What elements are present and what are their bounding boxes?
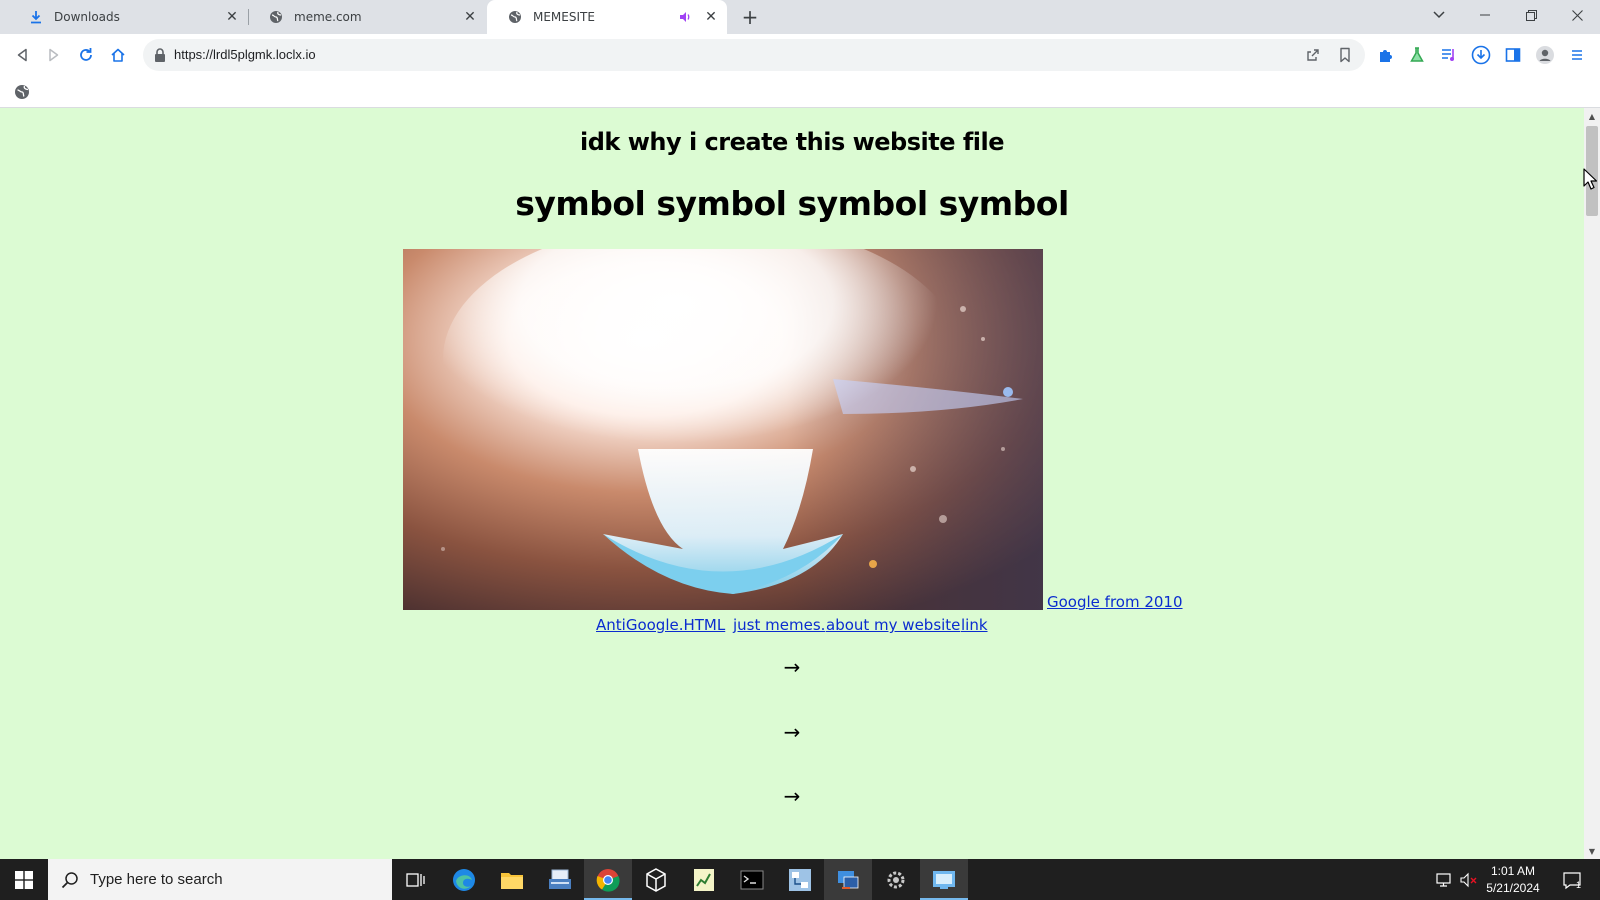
tab-downloads[interactable]: Downloads ✕: [8, 0, 248, 34]
tab-strip: Downloads ✕ meme.com ✕ MEMESITE ✕ +: [0, 0, 1600, 34]
page-subtitle: symbol symbol symbol symbol: [515, 184, 1069, 223]
close-icon[interactable]: ✕: [703, 9, 719, 25]
page-viewport: idk why i create this website file symbo…: [0, 108, 1584, 859]
globe-icon: [507, 9, 523, 25]
arrow-icon: →: [783, 784, 801, 808]
minimize-icon[interactable]: [1462, 0, 1508, 30]
notification-icon[interactable]: 1: [1556, 859, 1588, 900]
back-icon[interactable]: [10, 43, 34, 67]
taskbar-search[interactable]: Type here to search: [48, 859, 392, 900]
mouse-cursor-icon: [1583, 168, 1597, 190]
download-circle-icon[interactable]: [1469, 43, 1493, 67]
file-explorer-icon[interactable]: [488, 859, 536, 900]
tab-title: meme.com: [294, 10, 362, 24]
network-icon[interactable]: [1434, 859, 1456, 900]
remote-desktop-icon[interactable]: [824, 859, 872, 900]
browser-toolbar: https://lrdl5plgmk.loclx.io: [0, 34, 1600, 76]
puzzle-icon[interactable]: [1373, 43, 1397, 67]
window-close-icon[interactable]: [1554, 0, 1600, 30]
tab-memesite[interactable]: MEMESITE ✕: [487, 0, 727, 34]
restore-icon[interactable]: [1508, 0, 1554, 30]
clock-date: 5/21/2024: [1486, 881, 1540, 895]
profile-icon[interactable]: [1533, 43, 1557, 67]
tab-search-icon[interactable]: [1416, 0, 1462, 30]
3d-box-icon[interactable]: [632, 859, 680, 900]
globe-icon[interactable]: [10, 80, 34, 104]
scroll-down-icon[interactable]: ▼: [1584, 843, 1600, 859]
page-scrollbar[interactable]: ▲ ▼: [1584, 108, 1600, 859]
media-queue-icon[interactable]: [1437, 43, 1461, 67]
chrome-icon[interactable]: [584, 859, 632, 900]
scanner-icon[interactable]: [536, 859, 584, 900]
share-icon[interactable]: [1301, 43, 1325, 67]
hero-image: [403, 249, 1043, 610]
search-placeholder: Type here to search: [90, 871, 223, 888]
tab-title: Downloads: [54, 10, 120, 24]
screen: Downloads ✕ meme.com ✕ MEMESITE ✕ + http…: [0, 0, 1600, 900]
menu-icon[interactable]: [1565, 43, 1589, 67]
windows-start-icon[interactable]: [0, 859, 48, 900]
network-app-icon[interactable]: [776, 859, 824, 900]
notification-count: 1: [1576, 880, 1582, 890]
scroll-up-icon[interactable]: ▲: [1584, 108, 1600, 124]
just-memes-link[interactable]: just memes.: [733, 616, 825, 634]
about-website-link[interactable]: about my website: [826, 616, 960, 634]
flask-icon[interactable]: [1405, 43, 1429, 67]
forward-icon[interactable]: [42, 43, 66, 67]
address-bar[interactable]: https://lrdl5plgmk.loclx.io: [143, 39, 1365, 71]
url-text[interactable]: https://lrdl5plgmk.loclx.io: [174, 47, 316, 62]
close-icon[interactable]: ✕: [224, 9, 240, 25]
page-title: idk why i create this website file: [579, 128, 1005, 156]
google-2010-link[interactable]: Google from 2010: [1047, 593, 1183, 611]
tab-meme-com[interactable]: meme.com ✕: [248, 0, 486, 34]
taskbar-clock[interactable]: 1:01 AM 5/21/2024: [1476, 863, 1550, 897]
terminal-icon[interactable]: [728, 859, 776, 900]
clock-time: 1:01 AM: [1490, 864, 1536, 878]
bookmarks-bar: [0, 76, 1600, 108]
speaker-icon[interactable]: [677, 9, 693, 25]
tab-title: MEMESITE: [533, 10, 595, 24]
globe-icon: [268, 9, 284, 25]
side-panel-icon[interactable]: [1501, 43, 1525, 67]
arrow-icon: →: [783, 720, 801, 744]
new-tab-button[interactable]: +: [738, 5, 762, 29]
spreadsheet-icon[interactable]: [680, 859, 728, 900]
search-icon: [60, 870, 80, 890]
edge-icon[interactable]: [440, 859, 488, 900]
close-icon[interactable]: ✕: [462, 9, 478, 25]
windows-taskbar: Type here to search 1:01 AM 5/21/2024 1: [0, 859, 1600, 900]
control-panel-icon[interactable]: [920, 859, 968, 900]
generic-link[interactable]: link: [961, 616, 988, 634]
reload-icon[interactable]: [74, 43, 98, 67]
download-icon: [28, 9, 44, 25]
bookmark-star-icon[interactable]: [1333, 43, 1357, 67]
task-view-icon[interactable]: [392, 859, 440, 900]
arrow-icon: →: [783, 655, 801, 679]
home-icon[interactable]: [106, 43, 130, 67]
antigoogle-link[interactable]: AntiGoogle.HTML: [596, 616, 725, 634]
lock-icon[interactable]: [153, 47, 169, 63]
settings-icon[interactable]: [872, 859, 920, 900]
